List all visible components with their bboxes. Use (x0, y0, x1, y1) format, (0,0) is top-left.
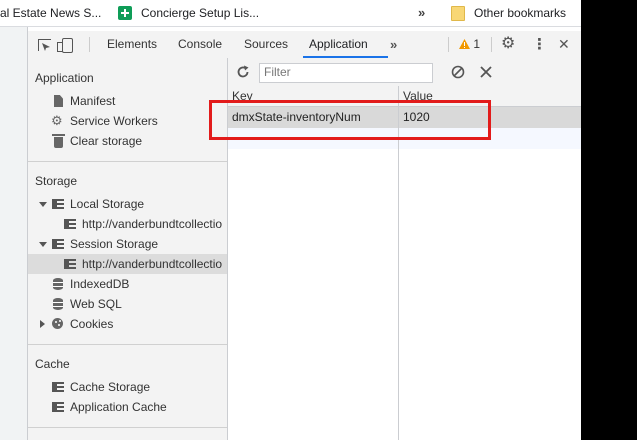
gear-icon: ⚙ (51, 113, 63, 128)
expand-arrow-icon[interactable] (40, 320, 45, 328)
toolbar-divider (491, 37, 492, 52)
bookmark-concierge-setup[interactable]: Concierge Setup Lis... (118, 0, 259, 26)
storage-grid-icon (52, 382, 64, 392)
sidebar-item-application-cache[interactable]: Application Cache (28, 397, 227, 417)
sidebar-item-label: Cookies (70, 317, 114, 331)
sidebar-item-local-storage-origin[interactable]: http://vanderbundtcollectio (28, 214, 227, 234)
tab-sources[interactable]: Sources (244, 31, 288, 58)
sidebar-item-indexeddb[interactable]: IndexedDB (28, 274, 227, 294)
bookmark-real-estate-news[interactable]: al Estate News S... (0, 0, 101, 26)
section-title-storage: Storage (35, 174, 78, 188)
bookmark-label: al Estate News S... (0, 6, 102, 20)
expand-arrow-icon[interactable] (39, 202, 47, 207)
tab-elements[interactable]: Elements (107, 31, 157, 58)
storage-grid-icon (64, 259, 76, 269)
other-bookmarks-folder[interactable]: Other bookmarks (451, 0, 566, 26)
more-menu-button[interactable]: ⋮ (532, 31, 547, 58)
sidebar-item-cookies[interactable]: Cookies (28, 314, 227, 334)
clear-all-icon[interactable] (451, 65, 465, 79)
highlight-annotation (209, 100, 491, 140)
warning-count: 1 (473, 37, 481, 51)
sidebar-item-cache-storage[interactable]: Cache Storage (28, 377, 227, 397)
sidebar-item-label: http://vanderbundtcollectio (82, 257, 223, 271)
warnings-counter[interactable]: 1 (459, 31, 480, 58)
device-toolbar-icon[interactable] (57, 38, 73, 53)
sidebar-item-label: Service Workers (70, 114, 158, 128)
sidebar-item-session-storage-origin[interactable]: http://vanderbundtcollectio (28, 254, 227, 274)
other-bookmarks-label: Other bookmarks (474, 6, 567, 20)
inspect-element-icon[interactable] (38, 39, 51, 51)
toolbar-divider (448, 37, 449, 52)
tab-application[interactable]: Application (303, 31, 388, 58)
warning-icon (459, 39, 470, 49)
application-sidebar: Application Manifest ⚙ Service Workers C… (28, 58, 228, 440)
close-devtools-button[interactable]: ✕ (558, 31, 570, 58)
section-divider (28, 161, 227, 162)
sidebar-item-web-sql[interactable]: Web SQL (28, 294, 227, 314)
sidebar-item-service-workers[interactable]: ⚙ Service Workers (28, 111, 227, 131)
sidebar-item-local-storage[interactable]: Local Storage (28, 194, 227, 214)
trash-icon (52, 134, 65, 148)
storage-toolbar (228, 58, 581, 87)
database-icon (53, 298, 63, 310)
sidebar-item-label: IndexedDB (70, 277, 130, 291)
storage-grid-icon (52, 239, 64, 249)
sidebar-item-label: Cache Storage (70, 380, 151, 394)
toolbar-divider (89, 37, 90, 52)
sidebar-item-session-storage[interactable]: Session Storage (28, 234, 227, 254)
sidebar-item-label: Web SQL (70, 297, 122, 311)
sidebar-item-label: Application Cache (70, 400, 167, 414)
tab-console[interactable]: Console (178, 31, 222, 58)
filter-input[interactable] (260, 64, 429, 80)
more-tabs-button[interactable]: » (390, 31, 397, 58)
devtools-tab-bar: Elements Console Sources Application » 1… (28, 31, 581, 59)
database-icon (53, 278, 63, 290)
bookmarks-overflow-button[interactable]: » (418, 0, 425, 26)
filter-field[interactable] (259, 63, 433, 83)
section-title-application: Application (35, 71, 94, 85)
sidebar-item-clear-storage[interactable]: Clear storage (28, 131, 227, 151)
folder-icon (451, 6, 465, 21)
expand-arrow-icon[interactable] (39, 242, 47, 247)
sidebar-item-manifest[interactable]: Manifest (28, 91, 227, 111)
sidebar-item-label: Local Storage (70, 197, 145, 211)
storage-grid-icon (52, 402, 64, 412)
sidebar-item-label: Clear storage (70, 134, 143, 148)
document-icon (54, 95, 63, 107)
sidebar-item-label: Session Storage (70, 237, 159, 251)
settings-gear-icon[interactable]: ⚙ (501, 36, 515, 52)
window-edge (581, 0, 637, 440)
browser-page-gutter (0, 27, 28, 440)
bookmarks-bar: al Estate News S... Concierge Setup Lis.… (0, 0, 581, 27)
delete-selected-icon[interactable] (480, 66, 492, 78)
section-divider (28, 344, 227, 345)
refresh-icon[interactable] (236, 65, 250, 79)
storage-grid-icon (52, 199, 64, 209)
sheets-icon (118, 6, 132, 20)
section-divider (28, 427, 227, 428)
bookmark-label: Concierge Setup Lis... (141, 6, 260, 20)
storage-grid-icon (64, 219, 76, 229)
sidebar-item-label: Manifest (70, 94, 116, 108)
sidebar-item-label: http://vanderbundtcollectio (82, 217, 223, 231)
section-title-cache: Cache (35, 357, 70, 371)
cookie-icon (52, 318, 63, 329)
